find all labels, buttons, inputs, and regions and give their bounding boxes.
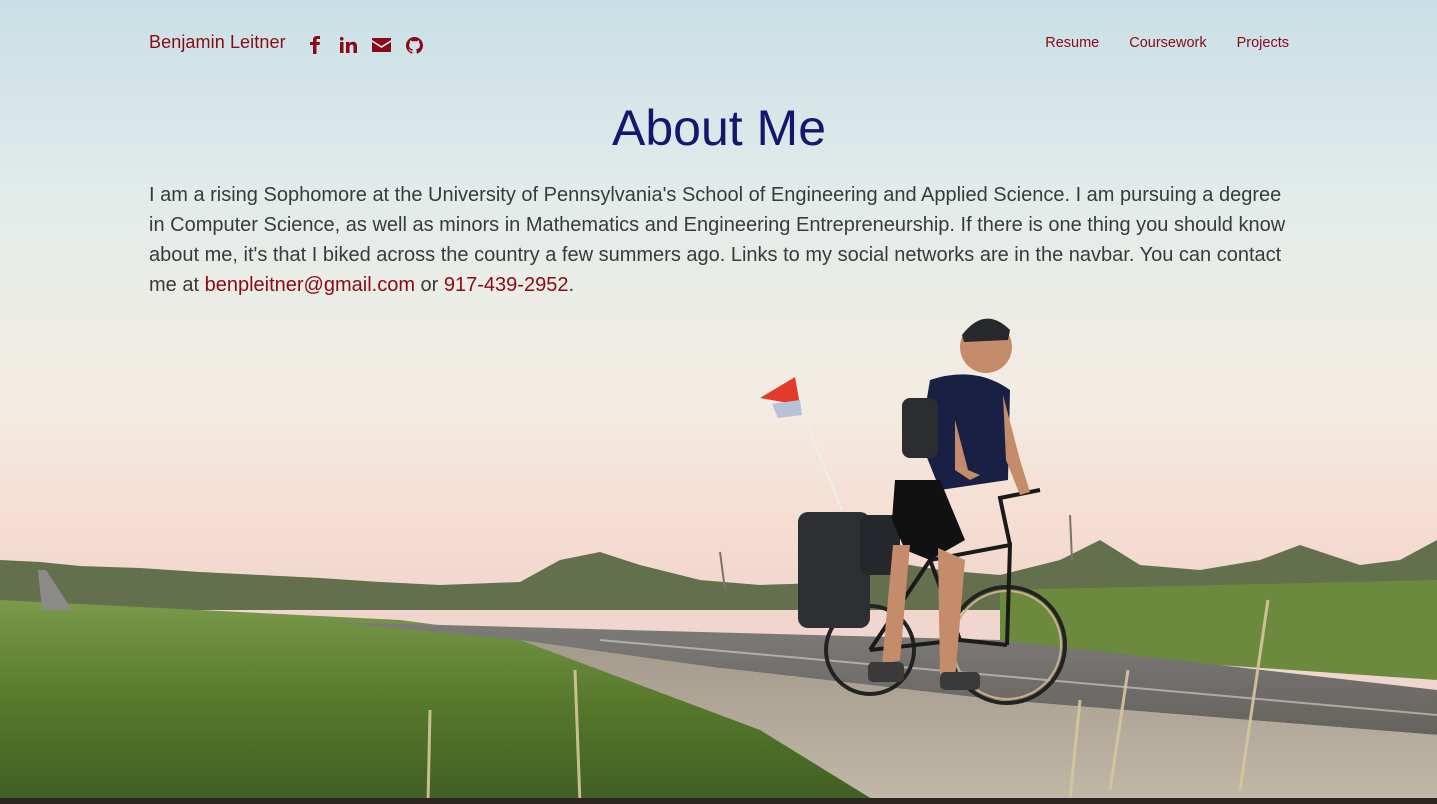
about-end: .: [568, 274, 575, 296]
navbar: Benjamin Leitner Resume Coursework Proje…: [0, 0, 1437, 90]
envelope-icon[interactable]: [370, 34, 392, 56]
about-connector: or: [414, 274, 444, 296]
social-links: [304, 34, 436, 56]
brand-link[interactable]: Benjamin Leitner: [149, 32, 286, 53]
page-title: About Me: [611, 100, 826, 156]
nav-projects[interactable]: Projects: [1237, 35, 1289, 51]
page: Benjamin Leitner Resume Coursework Proje…: [0, 0, 1437, 804]
phone-link[interactable]: 917-439-2952: [444, 274, 569, 296]
github-icon[interactable]: [403, 34, 425, 56]
about-paragraph: I am a rising Sophomore at the Universit…: [149, 180, 1289, 300]
linkedin-icon[interactable]: [337, 34, 359, 56]
facebook-icon[interactable]: [304, 34, 326, 56]
about-section: About Me I am a rising Sophomore at the …: [149, 98, 1289, 300]
bottom-strip: [0, 798, 1437, 804]
nav-resume[interactable]: Resume: [1045, 35, 1099, 51]
email-link[interactable]: benpleitner@gmail.com: [205, 274, 415, 296]
nav-links: Resume Coursework Projects: [1045, 35, 1289, 51]
nav-coursework[interactable]: Coursework: [1129, 35, 1206, 51]
